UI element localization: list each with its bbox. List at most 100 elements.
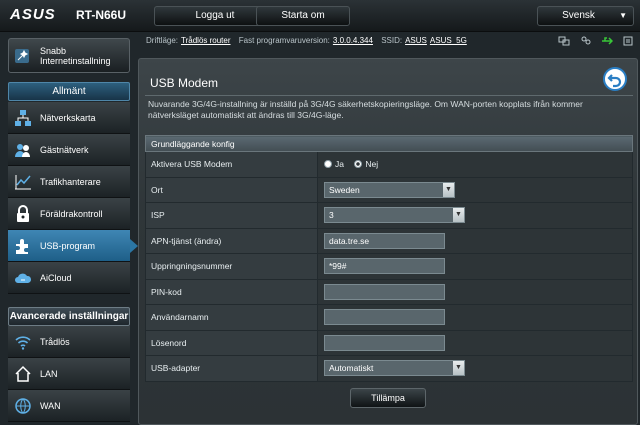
brand-logo: ASUS [10, 6, 56, 23]
table-row: Användarnamn [145, 304, 633, 331]
lan-icon [14, 365, 32, 383]
advanced-section-title: Avancerade inställningar [8, 307, 130, 326]
apn-label: APN-tjänst (ändra) [145, 227, 318, 254]
sidebar-item-wan[interactable]: WAN [8, 390, 130, 422]
quick-setup-label: Snabb Internetinstallning [40, 46, 111, 66]
enable-no-radio[interactable] [354, 160, 363, 169]
language-label: Svensk [562, 10, 595, 21]
sidebar-item-parental-control[interactable]: Föräldrakontroll [8, 198, 130, 230]
sidebar-item-traffic-manager[interactable]: Trafikhanterare [8, 166, 130, 198]
status-info-bar: Driftläge: Trådlös router Fast programvar… [140, 32, 640, 50]
mode-link[interactable]: Trådlös router [181, 36, 231, 45]
wand-icon [14, 48, 30, 64]
firmware-link[interactable]: 3.0.0.4.344 [333, 36, 373, 45]
usb-status-icon[interactable] [601, 35, 613, 47]
wan-icon [14, 397, 32, 415]
sidebar-item-aicloud[interactable]: AiCloud [8, 262, 130, 294]
sidebar-item-guest-network[interactable]: Gästnätverk [8, 134, 130, 166]
general-nav: Nätverkskarta Gästnätverk Trafikhanterar… [8, 102, 138, 294]
table-row: Lösenord [145, 329, 633, 356]
sidebar-item-usb-application[interactable]: USB-program [8, 230, 138, 262]
password-field[interactable] [324, 334, 445, 351]
dial-number-field[interactable]: *99# [324, 258, 445, 275]
sidebar-item-lan[interactable]: LAN [8, 358, 130, 390]
enable-yes-radio[interactable] [324, 160, 332, 169]
top-bar: ASUS RT-N66U Logga ut Starta om Svensk ▼ [0, 0, 640, 32]
location-label: Ort [145, 176, 318, 203]
usb-modem-config-table: Grundläggande konfig Aktivera USB Modem … [145, 135, 633, 382]
ssid-label: SSID: [381, 36, 403, 45]
sidebar-item-label: AiCloud [40, 273, 72, 283]
sidebar-item-label: Gästnätverk [40, 145, 89, 155]
main-panel: USB Modem Nuvarande 3G/4G-installning är… [138, 58, 638, 425]
table-row: PIN-kod [145, 278, 633, 305]
pin-code-field[interactable] [324, 283, 445, 300]
mode-label: Driftläge: [146, 36, 179, 45]
page-title: USB Modem [150, 76, 219, 90]
quick-setup-button[interactable]: Snabb Internetinstallning [8, 38, 130, 73]
aicloud-icon [14, 269, 32, 287]
ssid-link-5g[interactable]: ASUS_5G [430, 36, 467, 45]
restart-button[interactable]: Starta om [256, 6, 350, 26]
general-section-title: Allmänt [8, 82, 130, 101]
sidebar-item-label: WAN [40, 401, 61, 411]
active-indicator [130, 239, 138, 253]
table-row: USB-adapter Automatiskt ▼ [145, 355, 633, 382]
sidebar-item-label: Nätverkskarta [40, 113, 96, 123]
enable-yes-label: Ja [335, 159, 344, 170]
back-button[interactable] [603, 67, 627, 91]
usb-adapter-label: USB-adapter [145, 355, 318, 382]
sidebar-item-label: LAN [40, 369, 58, 379]
wireless-icon [14, 333, 32, 351]
usb-app-icon [14, 237, 32, 255]
chevron-down-icon: ▼ [443, 182, 454, 197]
settings-status-icon[interactable] [622, 35, 634, 47]
enable-no-label: Nej [365, 159, 379, 170]
table-row: Aktivera USB Modem Ja Nej [145, 151, 633, 178]
usb-adapter-value: Automatiskt [329, 363, 374, 374]
isp-label: ISP [145, 202, 318, 229]
apply-button[interactable]: Tillämpa [350, 388, 426, 408]
chevron-down-icon: ▼ [453, 208, 464, 223]
status-icons [551, 35, 634, 47]
page-description: Nuvarande 3G/4G-installning är inställd … [148, 99, 583, 120]
sidebar-item-label: USB-program [40, 241, 96, 251]
usb-adapter-select[interactable]: Automatiskt ▼ [324, 360, 465, 377]
network-status-icon[interactable] [558, 35, 570, 47]
table-row: Ort Sweden ▼ [145, 176, 633, 203]
sidebar-item-label: Trafikhanterare [40, 177, 101, 187]
firmware-label: Fast programvaruversion: [238, 36, 330, 45]
isp-select[interactable]: 3 ▼ [324, 207, 465, 224]
parental-control-icon [14, 205, 32, 223]
network-map-icon [14, 109, 32, 127]
sidebar-item-wireless[interactable]: Trådlös [8, 326, 130, 358]
sidebar: Snabb Internetinstallning Allmänt Nätver… [0, 32, 138, 425]
username-label: Användarnamn [145, 304, 318, 331]
enable-usb-modem-radio-group: Ja Nej [317, 151, 633, 178]
enable-usb-modem-label: Aktivera USB Modem [145, 151, 318, 178]
chevron-down-icon: ▼ [453, 361, 464, 376]
advanced-nav: Trådlös LAN WAN [8, 326, 130, 422]
table-row: ISP 3 ▼ [145, 202, 633, 229]
sidebar-item-label: Trådlös [40, 337, 70, 347]
location-select[interactable]: Sweden ▼ [324, 181, 455, 198]
sidebar-item-label: Föräldrakontroll [40, 209, 103, 219]
chevron-down-icon: ▼ [619, 11, 627, 20]
table-row: Uppringningsnummer *99# [145, 253, 633, 280]
model-name: RT-N66U [76, 8, 127, 22]
isp-value: 3 [329, 210, 334, 221]
pin-code-label: PIN-kod [145, 278, 318, 305]
location-value: Sweden [329, 184, 360, 195]
apn-field[interactable]: data.tre.se [324, 232, 445, 249]
clients-status-icon[interactable] [580, 35, 592, 47]
language-select[interactable]: Svensk ▼ [537, 6, 634, 26]
username-field[interactable] [324, 309, 445, 326]
table-row: APN-tjänst (ändra) data.tre.se [145, 227, 633, 254]
ssid-link-24g[interactable]: ASUS [405, 36, 427, 45]
title-divider [145, 95, 633, 96]
table-header: Grundläggande konfig [145, 135, 633, 152]
sidebar-item-network-map[interactable]: Nätverkskarta [8, 102, 130, 134]
back-arrow-icon [607, 74, 622, 88]
router-admin-app: ASUS RT-N66U Logga ut Starta om Svensk ▼… [0, 0, 640, 425]
dial-number-label: Uppringningsnummer [145, 253, 318, 280]
